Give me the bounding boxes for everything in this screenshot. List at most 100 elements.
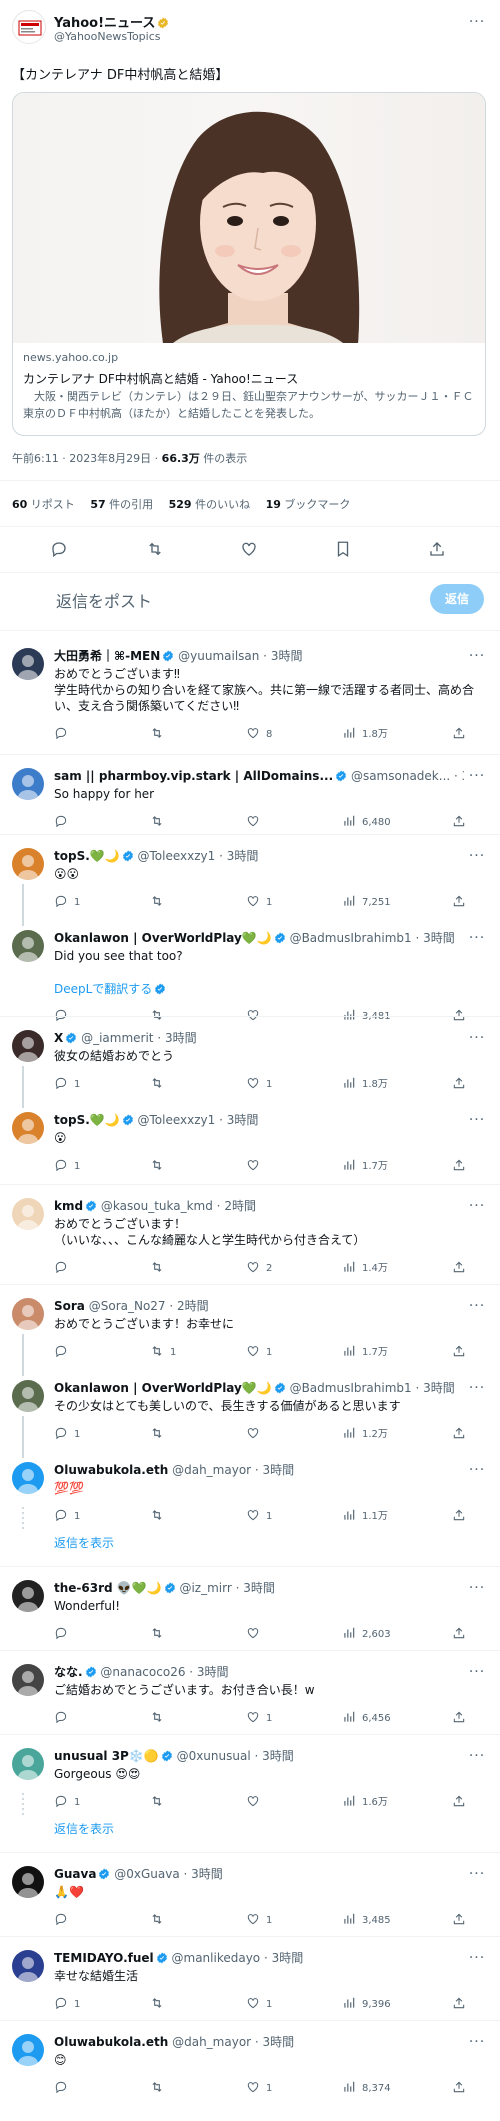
views-button[interactable]: 1.7万 — [342, 1344, 388, 1360]
repost-button[interactable] — [150, 726, 170, 742]
reply-time[interactable]: 3時間 — [423, 1381, 455, 1395]
stat-quotes[interactable]: 57 件の引用 — [90, 498, 153, 511]
more-options-icon[interactable]: ··· — [468, 1665, 486, 1679]
reply-button[interactable] — [54, 814, 74, 830]
reply-button[interactable] — [54, 1626, 74, 1642]
reply-author-name[interactable]: topS.💚🌙 — [54, 1113, 120, 1127]
share-button[interactable] — [452, 726, 466, 742]
repost-button[interactable] — [150, 1794, 170, 1810]
views-button[interactable]: 1.8万 — [342, 1076, 388, 1092]
views-button[interactable]: 1.8万 — [342, 726, 388, 742]
like-button[interactable]: 1 — [246, 1912, 272, 1928]
link-card[interactable]: news.yahoo.co.jp カンテレアナ DF中村帆高と結婚 - Yaho… — [12, 92, 486, 436]
repost-button[interactable] — [150, 1710, 170, 1726]
reply-button[interactable] — [54, 1344, 74, 1360]
share-button[interactable] — [452, 1426, 466, 1442]
more-options-icon[interactable]: ··· — [468, 1867, 486, 1881]
repost-button[interactable]: 1 — [150, 1344, 176, 1360]
more-options-icon[interactable]: ··· — [468, 2035, 486, 2049]
reply-button[interactable] — [54, 1912, 74, 1928]
reply-avatar[interactable] — [12, 930, 44, 962]
more-options-icon[interactable]: ··· — [468, 1749, 486, 1763]
reply-time[interactable]: 3時間 — [423, 931, 455, 945]
reply-author-name[interactable]: topS.💚🌙 — [54, 849, 120, 863]
share-button[interactable] — [452, 1710, 466, 1726]
share-button[interactable] — [452, 1794, 466, 1810]
repost-button[interactable] — [150, 1508, 170, 1524]
like-button[interactable]: 1 — [246, 1344, 272, 1360]
like-button[interactable]: 1 — [246, 2080, 272, 2096]
like-button[interactable] — [246, 1794, 266, 1810]
more-options-icon[interactable]: ··· — [468, 15, 486, 29]
like-button[interactable]: 2 — [246, 1260, 272, 1276]
reply-handle[interactable]: @Toleexxzy1 — [137, 1113, 215, 1127]
reply-avatar[interactable] — [12, 768, 44, 800]
author-name[interactable]: Yahoo!ニュース — [54, 12, 169, 31]
reply-time[interactable]: 3時間 — [263, 2035, 295, 2049]
reply-time[interactable]: 3時間 — [272, 1951, 304, 1965]
more-options-icon[interactable]: ··· — [468, 649, 486, 663]
reply-avatar[interactable] — [12, 1866, 44, 1898]
translate-link[interactable]: DeepLで翻訳する — [54, 980, 166, 997]
reply-avatar[interactable] — [12, 1462, 44, 1494]
reply-handle[interactable]: @nanacoco26 — [100, 1665, 185, 1679]
reply-button[interactable] — [54, 2080, 74, 2096]
like-button[interactable]: 8 — [246, 726, 272, 742]
views-button[interactable]: 6,480 — [342, 814, 391, 830]
like-button[interactable] — [246, 1626, 266, 1642]
like-button[interactable]: 1 — [246, 894, 272, 910]
share-button[interactable] — [452, 1344, 466, 1360]
reply-handle[interactable]: @kasou_tuka_kmd — [101, 1199, 213, 1213]
more-options-icon[interactable]: ··· — [468, 849, 486, 863]
reply-time[interactable]: 3時間 — [271, 649, 303, 663]
reply-time[interactable]: 3時間 — [191, 1867, 223, 1881]
more-options-icon[interactable]: ··· — [468, 1199, 486, 1213]
share-button[interactable] — [452, 894, 466, 910]
reply-button[interactable]: 1 — [54, 1076, 80, 1092]
reply-time[interactable]: 3時間 — [462, 769, 464, 783]
like-icon[interactable] — [240, 540, 258, 558]
author-handle[interactable]: @YahooNewsTopics — [54, 30, 161, 43]
tweet-timestamp[interactable]: 午前6:11 · 2023年8月29日 · 66.3万 件の表示 — [12, 450, 247, 466]
repost-button[interactable] — [150, 1158, 170, 1174]
share-button[interactable] — [452, 1508, 466, 1524]
reply-author-name[interactable]: Guava — [54, 1867, 96, 1881]
like-button[interactable]: 1 — [246, 1508, 272, 1524]
more-options-icon[interactable]: ··· — [468, 931, 486, 945]
reply-author-name[interactable]: Oluwabukola.eth — [54, 1463, 168, 1477]
stat-likes[interactable]: 529 件のいいね — [169, 498, 250, 511]
reply-handle[interactable]: @iz_mirr — [179, 1581, 231, 1595]
reply-avatar[interactable] — [12, 1580, 44, 1612]
share-button[interactable] — [452, 1996, 466, 2012]
share-button[interactable] — [452, 814, 466, 830]
reply-avatar[interactable] — [12, 1298, 44, 1330]
reply-handle[interactable]: @dah_mayor — [172, 2035, 251, 2049]
reply-author-name[interactable]: Oluwabukola.eth — [54, 2035, 168, 2049]
reply-author-name[interactable]: sam || pharmboy.vip.stark | AllDomains..… — [54, 769, 333, 783]
reply-time[interactable]: 3時間 — [227, 849, 259, 863]
reply-avatar[interactable] — [12, 1380, 44, 1412]
share-button[interactable] — [452, 1158, 466, 1174]
reply-button[interactable]: 返信 — [430, 584, 484, 614]
more-options-icon[interactable]: ··· — [468, 1113, 486, 1127]
reply-button[interactable]: 1 — [54, 894, 80, 910]
reply-author-name[interactable]: 大田勇希｜⌘-MEN — [54, 649, 160, 663]
reply-handle[interactable]: @dah_mayor — [172, 1463, 251, 1477]
reply-time[interactable]: 3時間 — [262, 1749, 294, 1763]
repost-icon[interactable] — [146, 540, 164, 558]
repost-button[interactable] — [150, 814, 170, 830]
reply-time[interactable]: 2時間 — [224, 1199, 256, 1213]
reply-button[interactable] — [54, 1260, 74, 1276]
share-button[interactable] — [452, 1076, 466, 1092]
reply-handle[interactable]: @BadmusIbrahimb1 — [290, 1381, 412, 1395]
reply-button[interactable]: 1 — [54, 1426, 80, 1442]
like-button[interactable] — [246, 1158, 266, 1174]
repost-button[interactable] — [150, 1996, 170, 2012]
show-replies-link[interactable]: 返信を表示 — [54, 1534, 114, 1551]
views-button[interactable]: 2,603 — [342, 1626, 391, 1642]
reply-handle[interactable]: @BadmusIbrahimb1 — [290, 931, 412, 945]
views-button[interactable]: 3,485 — [342, 1912, 391, 1928]
repost-button[interactable] — [150, 1912, 170, 1928]
repost-button[interactable] — [150, 1426, 170, 1442]
reply-avatar[interactable] — [12, 2034, 44, 2066]
